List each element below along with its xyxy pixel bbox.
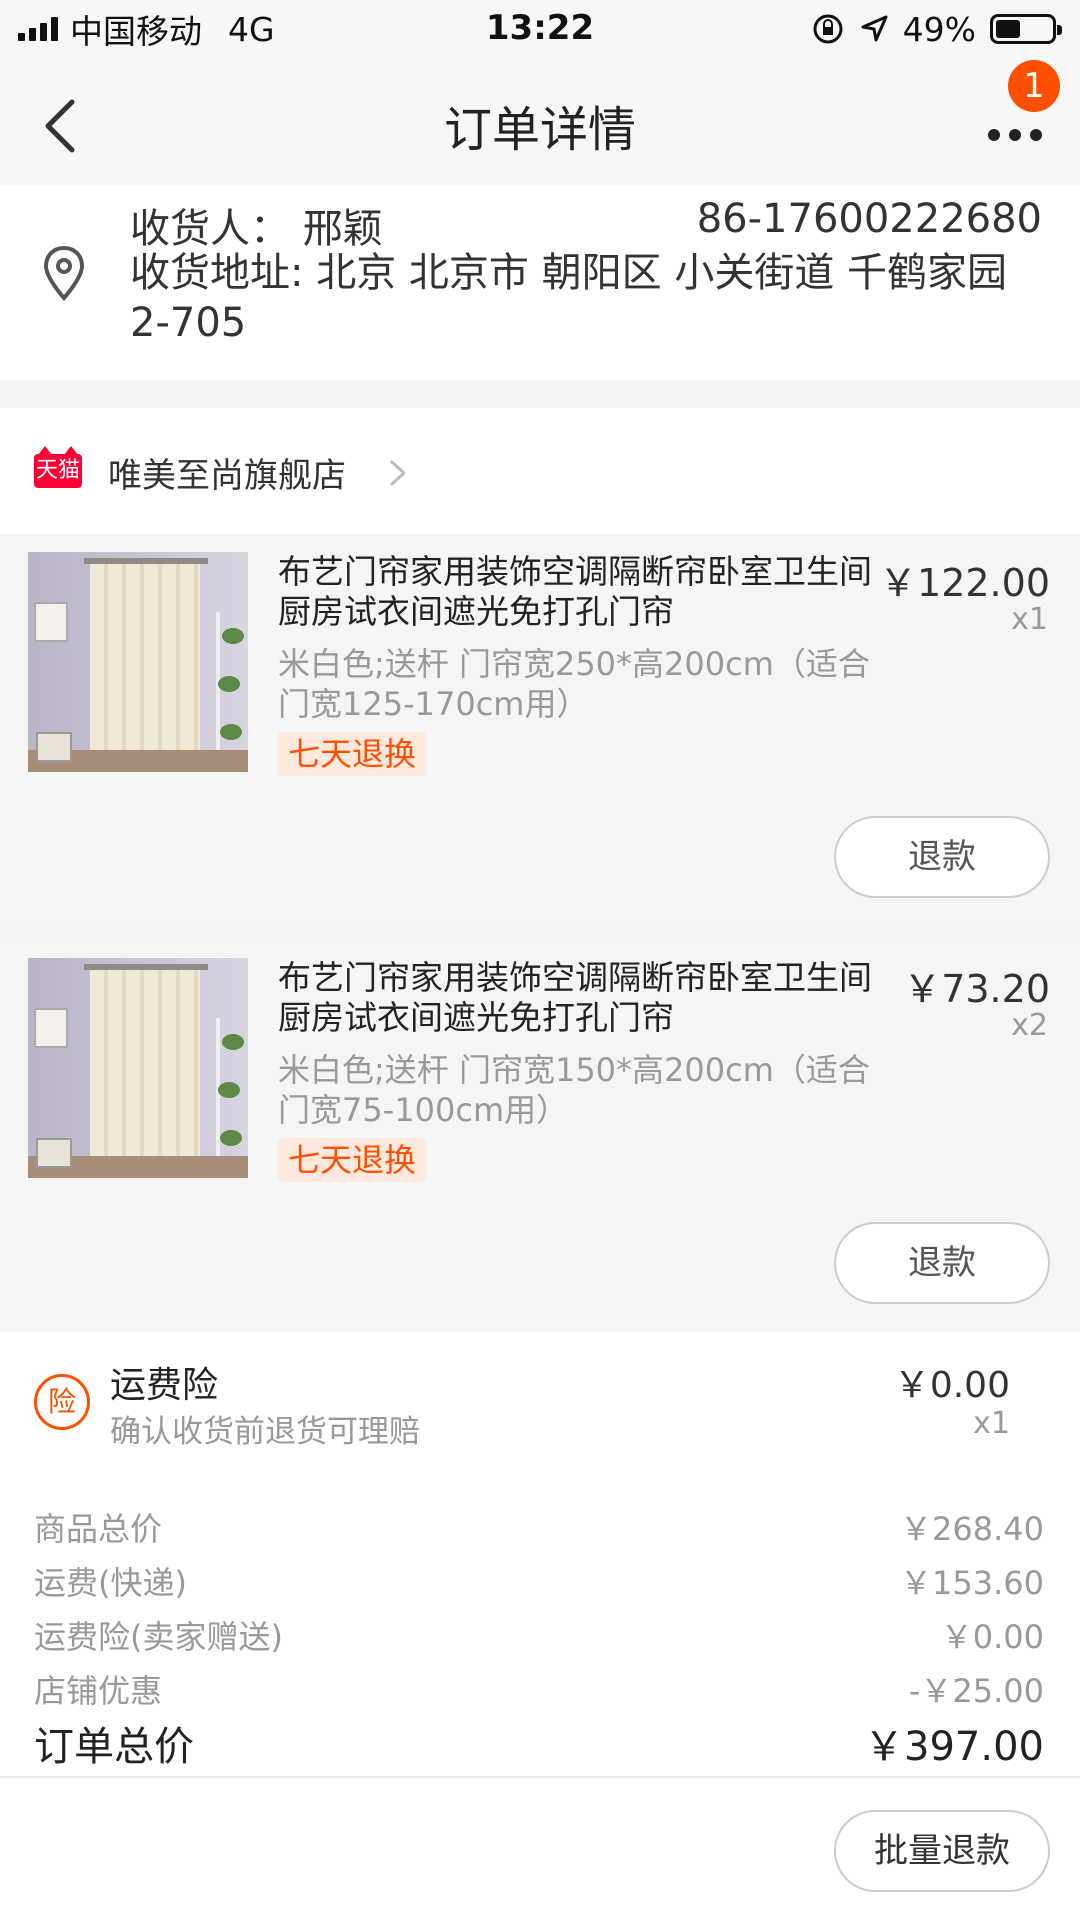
product-quantity: x2	[1011, 1008, 1048, 1043]
summary-label: 运费(快递)	[34, 1564, 187, 1602]
address-card[interactable]: 收货人： 邢颖 86-17600222680 收货地址: 北京 北京市 朝阳区 …	[0, 186, 1080, 380]
product-price: ￥73.20	[903, 967, 1050, 1011]
summary-value: ￥268.40	[900, 1510, 1044, 1548]
shipping-insurance: 险 运费险 确认收货前退货可理赔 ￥0.00 x1	[0, 1332, 1080, 1458]
summary-row: 店铺优惠 -￥25.00	[34, 1666, 1044, 1716]
product-thumbnail[interactable]	[28, 552, 248, 772]
order-item[interactable]: 布艺门帘家用装饰空调隔断帘卧室卫生间厨房试衣间遮光免打孔门帘 ￥73.20 x2…	[0, 940, 1080, 1332]
location-arrow-icon	[861, 15, 888, 42]
summary-row: 运费(快递) ￥153.60	[34, 1558, 1044, 1608]
order-total-value: ￥397.00	[864, 1724, 1044, 1770]
page-title: 订单详情	[443, 102, 636, 158]
nav-bar: 订单详情 1	[0, 58, 1080, 186]
summary-label: 运费险(卖家赠送)	[34, 1618, 283, 1656]
recipient-name: 收货人： 邢颖	[130, 206, 383, 252]
product-title[interactable]: 布艺门帘家用装饰空调隔断帘卧室卫生间厨房试衣间遮光免打孔门帘	[278, 552, 878, 632]
summary-value: -￥25.00	[908, 1672, 1044, 1710]
product-price: ￥122.00	[879, 561, 1050, 605]
product-quantity: x1	[1011, 602, 1048, 637]
insurance-label: 运费险	[110, 1365, 219, 1406]
product-sku: 米白色;送杆 门帘宽150*高200cm（适合门宽75-100cm用）	[278, 1051, 870, 1129]
summary-row: 运费险(卖家赠送) ￥0.00	[34, 1612, 1044, 1662]
refund-button[interactable]: 退款	[834, 1222, 1050, 1304]
order-total-row: 订单总价 ￥397.00	[34, 1714, 1044, 1770]
product-thumbnail[interactable]	[28, 958, 248, 1178]
notification-badge: 1	[1008, 60, 1060, 112]
shipping-address: 收货地址: 北京 北京市 朝阳区 小关街道 千鹤家园 2-705	[130, 250, 1008, 346]
insurance-price: ￥0.00	[893, 1365, 1010, 1406]
shop-header[interactable]: 天猫 唯美至尚旗舰店	[0, 408, 1080, 534]
insurance-icon: 险	[34, 1374, 90, 1430]
price-summary: 商品总价 ￥268.40 运费(快递) ￥153.60 运费险(卖家赠送) ￥0…	[0, 1458, 1080, 1776]
product-title[interactable]: 布艺门帘家用装饰空调隔断帘卧室卫生间厨房试衣间遮光免打孔门帘	[278, 958, 878, 1038]
insurance-quantity: x1	[973, 1406, 1010, 1441]
location-pin-icon	[43, 245, 85, 301]
more-icon[interactable]	[988, 115, 1052, 155]
insurance-description: 确认收货前退货可理赔	[110, 1414, 420, 1450]
battery-icon	[990, 14, 1062, 44]
battery-percent: 49%	[902, 9, 976, 49]
summary-row: 商品总价 ￥268.40	[34, 1504, 1044, 1554]
orientation-lock-icon	[813, 14, 843, 44]
bottom-bar: 批量退款	[0, 1776, 1080, 1921]
chevron-right-icon	[390, 460, 406, 486]
shop-name: 唯美至尚旗舰店	[108, 456, 346, 496]
recipient-phone: 86-17600222680	[696, 196, 1042, 242]
summary-value: ￥0.00	[940, 1618, 1044, 1656]
return-policy-tag: 七天退换	[278, 1138, 427, 1182]
tmall-logo: 天猫	[34, 446, 82, 488]
product-sku: 米白色;送杆 门帘宽250*高200cm（适合门宽125-170cm用）	[278, 645, 870, 723]
order-item[interactable]: 布艺门帘家用装饰空调隔断帘卧室卫生间厨房试衣间遮光免打孔门帘 ￥122.00 x…	[0, 534, 1080, 926]
status-right: 49%	[811, 8, 1062, 50]
refund-button[interactable]: 退款	[834, 816, 1050, 898]
summary-value: ￥153.60	[900, 1564, 1044, 1602]
batch-refund-button[interactable]: 批量退款	[834, 1810, 1050, 1892]
order-total-label: 订单总价	[34, 1724, 194, 1770]
summary-label: 商品总价	[34, 1510, 163, 1548]
status-bar: 中国移动 4G 13:22 49%	[0, 0, 1080, 58]
summary-label: 店铺优惠	[34, 1672, 163, 1710]
return-policy-tag: 七天退换	[278, 732, 427, 776]
